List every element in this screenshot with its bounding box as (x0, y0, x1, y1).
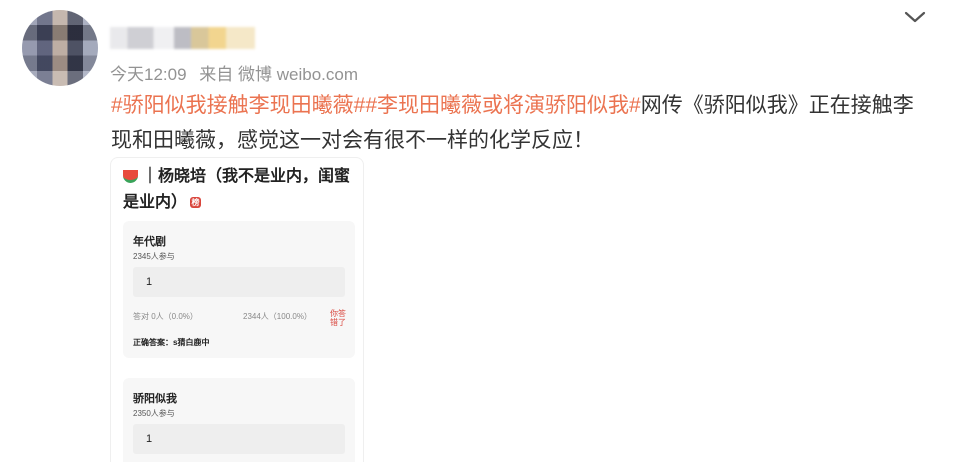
post-source: 来自 微博 weibo.com (199, 65, 358, 84)
quiz-answer-box: 1 (133, 267, 345, 297)
quiz-correct-stat: 答对 0人（0.0%） (133, 312, 198, 321)
quiz-wrong-stat: 2344人（100.0%） (243, 312, 312, 321)
post-time[interactable]: 今天12:09 (110, 65, 187, 84)
badge-icon: 榜 (190, 197, 202, 209)
chevron-down-icon[interactable] (902, 8, 928, 26)
quiz-card: 骄阳似我 2350人参与 1 (123, 378, 355, 462)
quiz-wrong-label: 你答错了 (330, 309, 346, 327)
watermelon-icon (123, 170, 138, 184)
post-text: #骄阳似我接触李现田曦薇##李现田曦薇或将演骄阳似我#网传《骄阳似我》正在接触李… (111, 88, 926, 158)
quiz-participants: 2345人参与 (133, 252, 175, 261)
user-name-blurred[interactable] (110, 27, 255, 49)
user-avatar[interactable] (22, 10, 98, 86)
quiz-title: 年代剧 (133, 236, 166, 248)
hashtag-link[interactable]: #李现田曦薇或将演骄阳似我# (365, 94, 640, 117)
quiz-card: 年代剧 2345人参与 1 答对 0人（0.0%） 2344人（100.0%） … (123, 221, 355, 358)
quiz-answer-box: 1 (133, 424, 345, 454)
post-image[interactable]: ｜杨晓培（我不是业内，闺蜜是业内）榜 年代剧 2345人参与 1 答对 0人（0… (110, 157, 364, 462)
quiz-participants: 2350人参与 (133, 409, 175, 418)
quiz-correct-answer: 正确答案：s猜白鹿中 (133, 338, 210, 347)
quiz-title: 骄阳似我 (133, 393, 177, 405)
hashtag-link[interactable]: #骄阳似我接触李现田曦薇# (111, 94, 365, 117)
image-header-title: ｜杨晓培（我不是业内，闺蜜是业内） (123, 168, 351, 211)
post-meta: 今天12:09 来自 微博 weibo.com (110, 60, 366, 85)
image-header: ｜杨晓培（我不是业内，闺蜜是业内）榜 (123, 164, 353, 216)
